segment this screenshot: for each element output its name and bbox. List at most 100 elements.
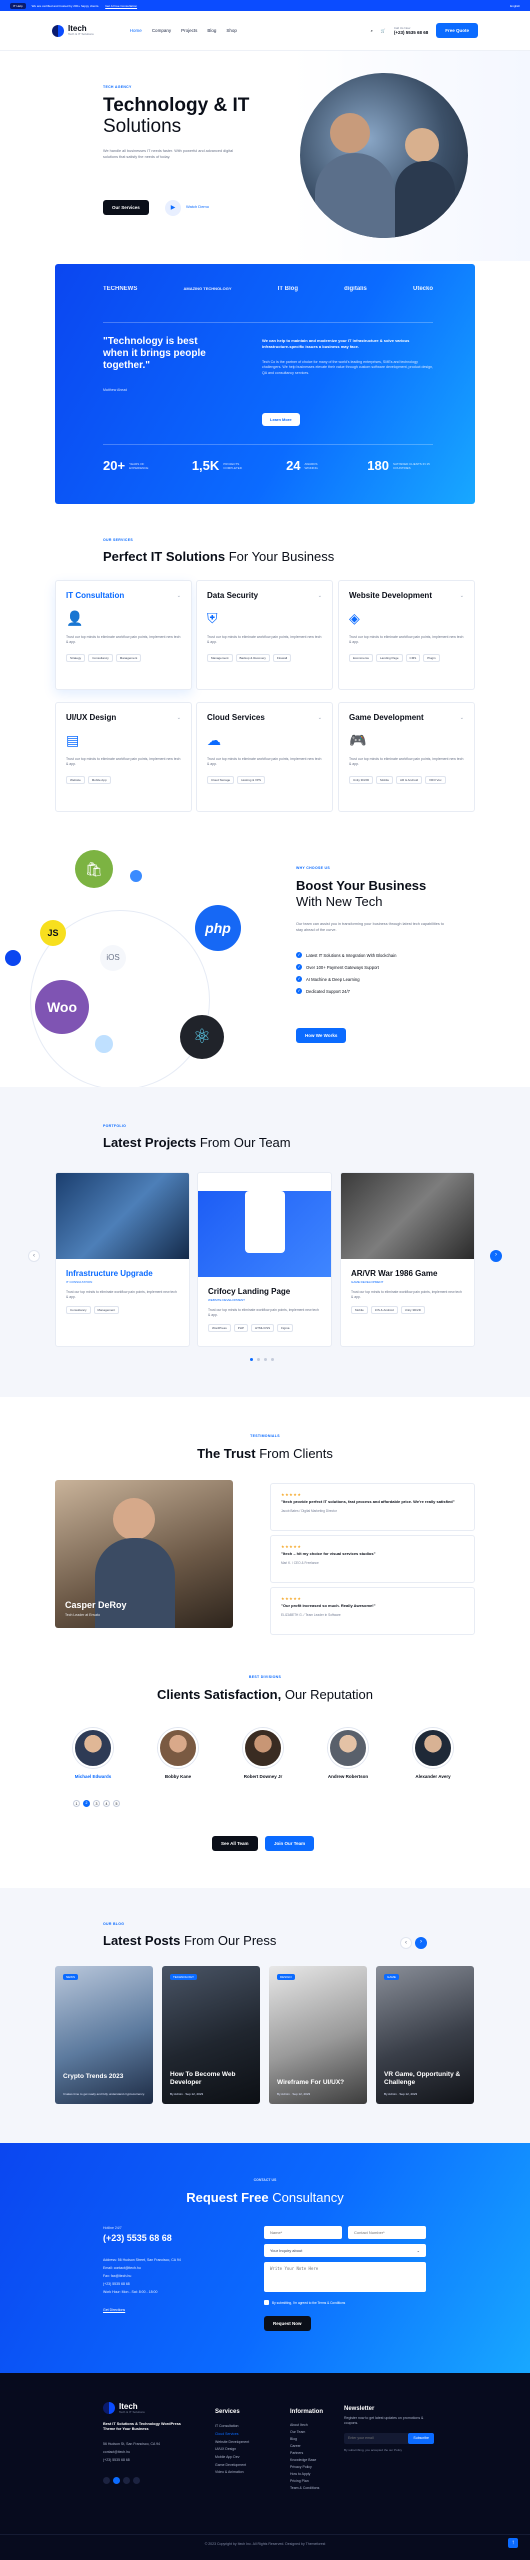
posts-prev-button[interactable]: ‹ (400, 1937, 412, 1949)
tag[interactable]: CMS (405, 653, 421, 662)
footer-link[interactable]: UI/UX Design (215, 2446, 249, 2454)
tag[interactable]: Figma (277, 1324, 294, 1333)
footer-link[interactable]: Cloud Services (215, 2431, 249, 2439)
footer-link[interactable]: Team & Conditions (290, 2485, 323, 2492)
tag[interactable]: Cloud Storage (207, 775, 235, 784)
team-member[interactable]: Bobby Kane (143, 1728, 213, 1779)
post-card[interactable]: GAME VR Game, Opportunity & Challenge By A… (376, 1966, 474, 2104)
tag[interactable]: PHP (233, 1324, 248, 1333)
footer-link[interactable]: Pricing Plan (290, 2478, 323, 2485)
tag[interactable]: HTML/CSS (250, 1324, 275, 1333)
subscribe-button[interactable]: Subscribe (408, 2432, 434, 2444)
tag[interactable]: Plugin (423, 653, 440, 662)
service-card[interactable]: Game Development ⌄ 🎮 Trust our top minds … (338, 702, 475, 812)
footer-link[interactable]: IT Consultation (215, 2423, 249, 2431)
tag[interactable]: Strategy (66, 653, 86, 662)
service-card[interactable]: Website Development ⌄ ◈ Trust our top min… (338, 580, 475, 690)
tag[interactable]: AR & Android (396, 775, 423, 784)
menu-item-projects[interactable]: Projects (181, 28, 197, 33)
service-card[interactable]: Data Security ⌄ ⛨ Trust our top minds to … (196, 580, 333, 690)
tag[interactable]: Consultancy (66, 1306, 91, 1315)
tag[interactable]: Firewall (272, 653, 292, 662)
tag[interactable]: Unity 3D/2D (400, 1306, 425, 1315)
team-member[interactable]: Andrew Robertson (313, 1728, 383, 1779)
footer-link[interactable]: Partners (290, 2450, 323, 2457)
post-card[interactable]: TECHNOLOGY How To Become Web Developer By … (162, 1966, 260, 2104)
back-to-top-button[interactable]: ↑ (508, 2538, 518, 2548)
footer-link[interactable]: Privacy Policy (290, 2464, 323, 2471)
request-now-button[interactable]: Request Now (264, 2316, 311, 2331)
carousel-dot[interactable] (250, 1358, 253, 1361)
terms-checkbox[interactable] (264, 2300, 269, 2305)
tag[interactable]: Landing Page (376, 653, 403, 662)
service-card[interactable]: UI/UX Design ⌄ ▤ Trust our top minds to e… (55, 702, 192, 812)
tag[interactable]: Management (207, 653, 233, 662)
search-icon[interactable]: ⌕ (371, 28, 373, 33)
name-input[interactable] (264, 2226, 342, 2239)
footer-link[interactable]: Video & Animation (215, 2469, 249, 2477)
our-services-button[interactable]: Our Services (103, 200, 149, 215)
pager-item[interactable]: 2 (83, 1800, 90, 1807)
team-member[interactable]: Alexander Avery (398, 1728, 468, 1779)
see-all-team-button[interactable]: See All Team (212, 1836, 258, 1851)
pager-item[interactable]: 5 (113, 1800, 120, 1807)
language-selector[interactable]: English (510, 4, 520, 8)
phone-number[interactable]: (+23) 5535 68 68 (394, 30, 428, 35)
service-card[interactable]: IT Consultation ⌄ 👤 Trust our top minds t… (55, 580, 192, 690)
message-textarea[interactable] (264, 2262, 426, 2292)
footer-link[interactable]: Knowledge Base (290, 2457, 323, 2464)
footer-link[interactable]: Career (290, 2443, 323, 2450)
footer-link[interactable]: About Itech (290, 2422, 323, 2429)
project-card[interactable]: Infrastructure Upgrade IT CONSULTATION Tru… (55, 1172, 190, 1347)
carousel-dot[interactable] (264, 1358, 267, 1361)
newsletter-email-input[interactable] (344, 2432, 409, 2444)
join-our-team-button[interactable]: Join Our Team (265, 1836, 315, 1851)
footer-logo[interactable]: Itech Tech & IT Solutions (103, 2402, 145, 2414)
free-quote-button[interactable]: Free Quote (436, 23, 478, 38)
carousel-next-button[interactable]: › (490, 1250, 502, 1262)
carousel-dot[interactable] (271, 1358, 274, 1361)
pager-item[interactable]: 3 (93, 1800, 100, 1807)
posts-next-button[interactable]: › (415, 1937, 427, 1949)
how-we-works-button[interactable]: How We Works (296, 1028, 347, 1043)
tag[interactable]: VR/3 Vox (425, 775, 446, 784)
pager-item[interactable]: 4 (103, 1800, 110, 1807)
play-icon[interactable]: ▶ (165, 200, 181, 216)
post-card[interactable]: DESIGN Wireframe For UI/UX? By Admin · Sep… (269, 1966, 367, 2104)
facebook-icon[interactable] (103, 2477, 110, 2484)
menu-item-shop[interactable]: Shop (226, 28, 237, 33)
tag[interactable]: Ecommerce (349, 653, 374, 662)
tag[interactable]: Management (115, 653, 142, 662)
tag[interactable]: WordPress (208, 1324, 231, 1333)
footer-link[interactable]: Game Development (215, 2462, 249, 2470)
carousel-dot[interactable] (257, 1358, 260, 1361)
pager-item[interactable]: 1 (73, 1800, 80, 1807)
project-card[interactable]: AR/VR War 1986 Game GAME DEVELOPMENT Trust… (340, 1172, 475, 1347)
instagram-icon[interactable] (133, 2477, 140, 2484)
menu-item-company[interactable]: Company (152, 28, 171, 33)
footer-link[interactable]: Website Development (215, 2439, 249, 2447)
get-directions-link[interactable]: Get Directions (103, 2308, 125, 2312)
hotline-number[interactable]: (+23) 5535 68 68 (103, 2233, 172, 2243)
watch-demo-link[interactable]: Watch Demo (186, 204, 212, 209)
tag[interactable]: Management (93, 1306, 120, 1315)
tag[interactable]: Hosting & VPS (237, 775, 266, 784)
footer-link[interactable]: How to Apply (290, 2471, 323, 2478)
contact-number-input[interactable] (348, 2226, 426, 2239)
footer-link[interactable]: Blog (290, 2436, 323, 2443)
post-card[interactable]: NEWS Crypto Trends 2023 It takes time to g… (55, 1966, 153, 2104)
menu-item-blog[interactable]: Blog (207, 28, 216, 33)
logo-icon[interactable] (52, 24, 64, 37)
tag[interactable]: Consultancy (88, 653, 113, 662)
project-card[interactable]: Crifocy Landing Page WEBSITE DEVELOPMENT T… (197, 1172, 332, 1347)
top-bar-link[interactable]: Get A Free Consultation (105, 4, 137, 8)
service-card[interactable]: Cloud Services ⌄ ☁ Trust our top minds to… (196, 702, 333, 812)
tag[interactable]: Mobile App (87, 775, 111, 784)
tag[interactable]: Website (66, 775, 85, 784)
tag[interactable]: Mobile (376, 775, 394, 784)
tag[interactable]: Backup & Recovery (235, 653, 270, 662)
linkedin-icon[interactable] (123, 2477, 130, 2484)
tag[interactable]: Mobile (351, 1306, 368, 1315)
tag[interactable]: iOS & Android (370, 1306, 398, 1315)
footer-link[interactable]: Our Team (290, 2429, 323, 2436)
